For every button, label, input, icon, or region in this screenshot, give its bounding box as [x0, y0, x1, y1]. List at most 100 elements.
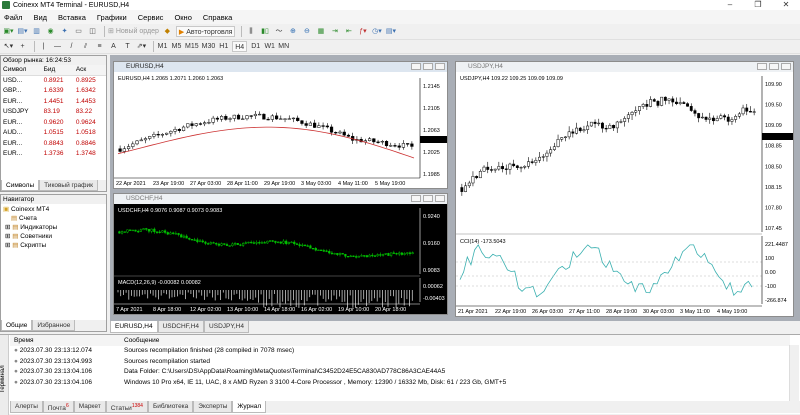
expand-icon[interactable]: ⊞ — [5, 242, 10, 249]
chart-shift-icon[interactable]: ⇤ — [343, 26, 354, 37]
col-symbol[interactable]: Символ — [1, 65, 42, 76]
cursor-icon[interactable]: ↖▾ — [3, 41, 14, 52]
table-row[interactable]: ● 2023.07.30 23:13:12.074 Sources recompi… — [10, 346, 790, 357]
crosshair-icon[interactable]: + — [17, 41, 28, 52]
nav-item-accounts[interactable]: ▤ Счета — [3, 214, 106, 223]
menu-tools[interactable]: Сервис — [138, 13, 164, 22]
minimize-icon[interactable] — [411, 195, 421, 202]
new-order-button[interactable]: ⊞ Новый ордер — [108, 26, 159, 37]
minimize-icon[interactable] — [757, 63, 767, 70]
tab-experts[interactable]: Эксперты — [193, 401, 233, 413]
tf-h1[interactable]: H1 — [218, 41, 229, 52]
tf-m5[interactable]: M5 — [171, 41, 182, 52]
table-row[interactable]: EUR... 1.4451 1.4453 — [1, 96, 106, 107]
profiles-icon[interactable]: ▤▾ — [17, 26, 28, 37]
bar-chart-icon[interactable]: ⫼ — [245, 26, 256, 37]
table-row[interactable]: GBP... 1.6339 1.6342 — [1, 86, 106, 97]
menu-file[interactable]: Файл — [4, 13, 22, 22]
chart-window-usdchf[interactable]: USDCHF,H4 USDCHF,H4 0.9076 0.9087 0.9073… — [113, 193, 448, 315]
trendline-icon[interactable]: / — [66, 41, 77, 52]
minimize-button[interactable]: – — [716, 0, 744, 10]
horizontal-line-icon[interactable]: — — [52, 41, 63, 52]
tab-chart-usdchf[interactable]: USDCHF,H4 — [157, 321, 205, 333]
tf-w1[interactable]: W1 — [264, 41, 275, 52]
table-row[interactable]: EUR... 1.3736 1.3748 — [1, 149, 106, 160]
tester-icon[interactable]: ◫ — [87, 26, 98, 37]
nav-root[interactable]: ▣ Coinexx MT4 — [3, 205, 106, 214]
tab-alerts[interactable]: Алерты — [10, 401, 43, 413]
tab-chart-eurusd[interactable]: EURUSD,H4 — [110, 321, 158, 333]
chart-window-usdjpy[interactable]: USDJPY,H4 USDJPY,H4 109.22 109.25 109.09… — [455, 61, 794, 317]
eurusd-chart[interactable]: EURUSD,H4 1.2065 1.2071 1.2060 1.2063 1.2… — [114, 72, 447, 188]
label-icon[interactable]: T — [122, 41, 133, 52]
table-row[interactable]: EUR... 0.8843 0.8846 — [1, 138, 106, 149]
menu-insert[interactable]: Вставка — [58, 13, 86, 22]
expand-icon[interactable]: ⊞ — [5, 233, 10, 240]
templates-icon[interactable]: ▤▾ — [385, 26, 396, 37]
col-bid[interactable]: Бид — [41, 65, 74, 76]
tab-common[interactable]: Общие — [1, 320, 33, 331]
restore-icon[interactable] — [769, 63, 779, 70]
tf-mn[interactable]: MN — [278, 41, 289, 52]
tab-tick-chart[interactable]: Тиковый график — [39, 180, 98, 191]
usdjpy-chart[interactable]: USDJPY,H4 109.22 109.25 109.09 109.09 109… — [456, 72, 793, 316]
vertical-line-icon[interactable]: | — [38, 41, 49, 52]
restore-icon[interactable] — [423, 63, 433, 70]
menu-view[interactable]: Вид — [33, 13, 47, 22]
chart-window-eurusd[interactable]: EURUSD,H4 EURUSD,H4 1.2065 1.2071 1.2060… — [113, 61, 448, 189]
data-window-icon[interactable]: ◉ — [45, 26, 56, 37]
tf-h4[interactable]: H4 — [232, 41, 248, 52]
maximize-button[interactable]: ❐ — [744, 0, 772, 10]
chart-window-header[interactable]: EURUSD,H4 — [114, 62, 447, 72]
tab-journal[interactable]: Журнал — [232, 401, 267, 413]
indicators-icon[interactable]: ƒ▾ — [357, 26, 368, 37]
tab-mail[interactable]: Почта6 — [42, 401, 74, 413]
tf-m15[interactable]: M15 — [185, 41, 199, 52]
tab-favorites[interactable]: Избранное — [32, 320, 76, 331]
table-row[interactable]: EUR... 0.9620 0.9624 — [1, 117, 106, 128]
tab-symbols[interactable]: Символы — [1, 180, 40, 191]
close-button[interactable]: ✕ — [772, 0, 800, 10]
col-time[interactable]: Время — [10, 335, 120, 346]
table-row[interactable]: USDJPY 83.19 83.22 — [1, 107, 106, 118]
table-row[interactable]: ● 2023.07.30 23:13:04.106 Windows 10 Pro … — [10, 377, 790, 388]
tf-m30[interactable]: M30 — [202, 41, 216, 52]
nav-item-experts[interactable]: ⊞ ▤ Советники — [3, 232, 106, 241]
menu-window[interactable]: Окно — [174, 13, 191, 22]
arrows-icon[interactable]: ⇗▾ — [136, 41, 147, 52]
close-icon[interactable] — [781, 63, 791, 70]
auto-trading-button[interactable]: ▶ Авто-торговля — [175, 26, 236, 37]
tile-windows-icon[interactable]: ▦ — [315, 26, 326, 37]
terminal-scrollbar[interactable] — [789, 345, 799, 401]
table-row[interactable]: ● 2023.07.30 23:13:04.993 Sources recompi… — [10, 356, 790, 367]
tab-library[interactable]: Библиотека — [147, 401, 194, 413]
menu-help[interactable]: Справка — [203, 13, 232, 22]
navigator-icon[interactable]: ✦ — [59, 26, 70, 37]
chart-window-header[interactable]: USDCHF,H4 — [114, 194, 447, 204]
usdchf-chart[interactable]: USDCHF,H4 0.9076 0.9087 0.9073 0.9083 0.9… — [114, 204, 447, 314]
candlestick-icon[interactable]: ▮▯ — [259, 26, 270, 37]
minimize-icon[interactable] — [411, 63, 421, 70]
fibonacci-icon[interactable]: ≡ — [94, 41, 105, 52]
autoscroll-icon[interactable]: ⇥ — [329, 26, 340, 37]
col-ask[interactable]: Аск — [73, 65, 106, 76]
col-message[interactable]: Сообщение — [120, 335, 790, 346]
menu-charts[interactable]: Графики — [97, 13, 127, 22]
tf-d1[interactable]: D1 — [250, 41, 261, 52]
chart-window-header[interactable]: USDJPY,H4 — [456, 62, 793, 72]
tab-chart-usdjpy[interactable]: USDJPY,H4 — [204, 321, 249, 333]
market-watch-icon[interactable]: ▥ — [31, 26, 42, 37]
table-row[interactable]: USD... 0.8921 0.8925 — [1, 75, 106, 86]
tf-m1[interactable]: M1 — [157, 41, 168, 52]
zoom-out-icon[interactable]: ⊖ — [301, 26, 312, 37]
channel-icon[interactable]: ⫽ — [80, 41, 91, 52]
nav-item-scripts[interactable]: ⊞ ▤ Скрипты — [3, 241, 106, 250]
zoom-in-icon[interactable]: ⊕ — [287, 26, 298, 37]
close-icon[interactable] — [435, 195, 445, 202]
text-icon[interactable]: A — [108, 41, 119, 52]
metaeditor-icon[interactable]: ◆ — [162, 26, 173, 37]
close-icon[interactable] — [435, 63, 445, 70]
expand-icon[interactable]: ⊞ — [5, 224, 10, 231]
restore-icon[interactable] — [423, 195, 433, 202]
table-row[interactable]: ● 2023.07.30 23:13:04.106 Data Folder: C:… — [10, 367, 790, 378]
